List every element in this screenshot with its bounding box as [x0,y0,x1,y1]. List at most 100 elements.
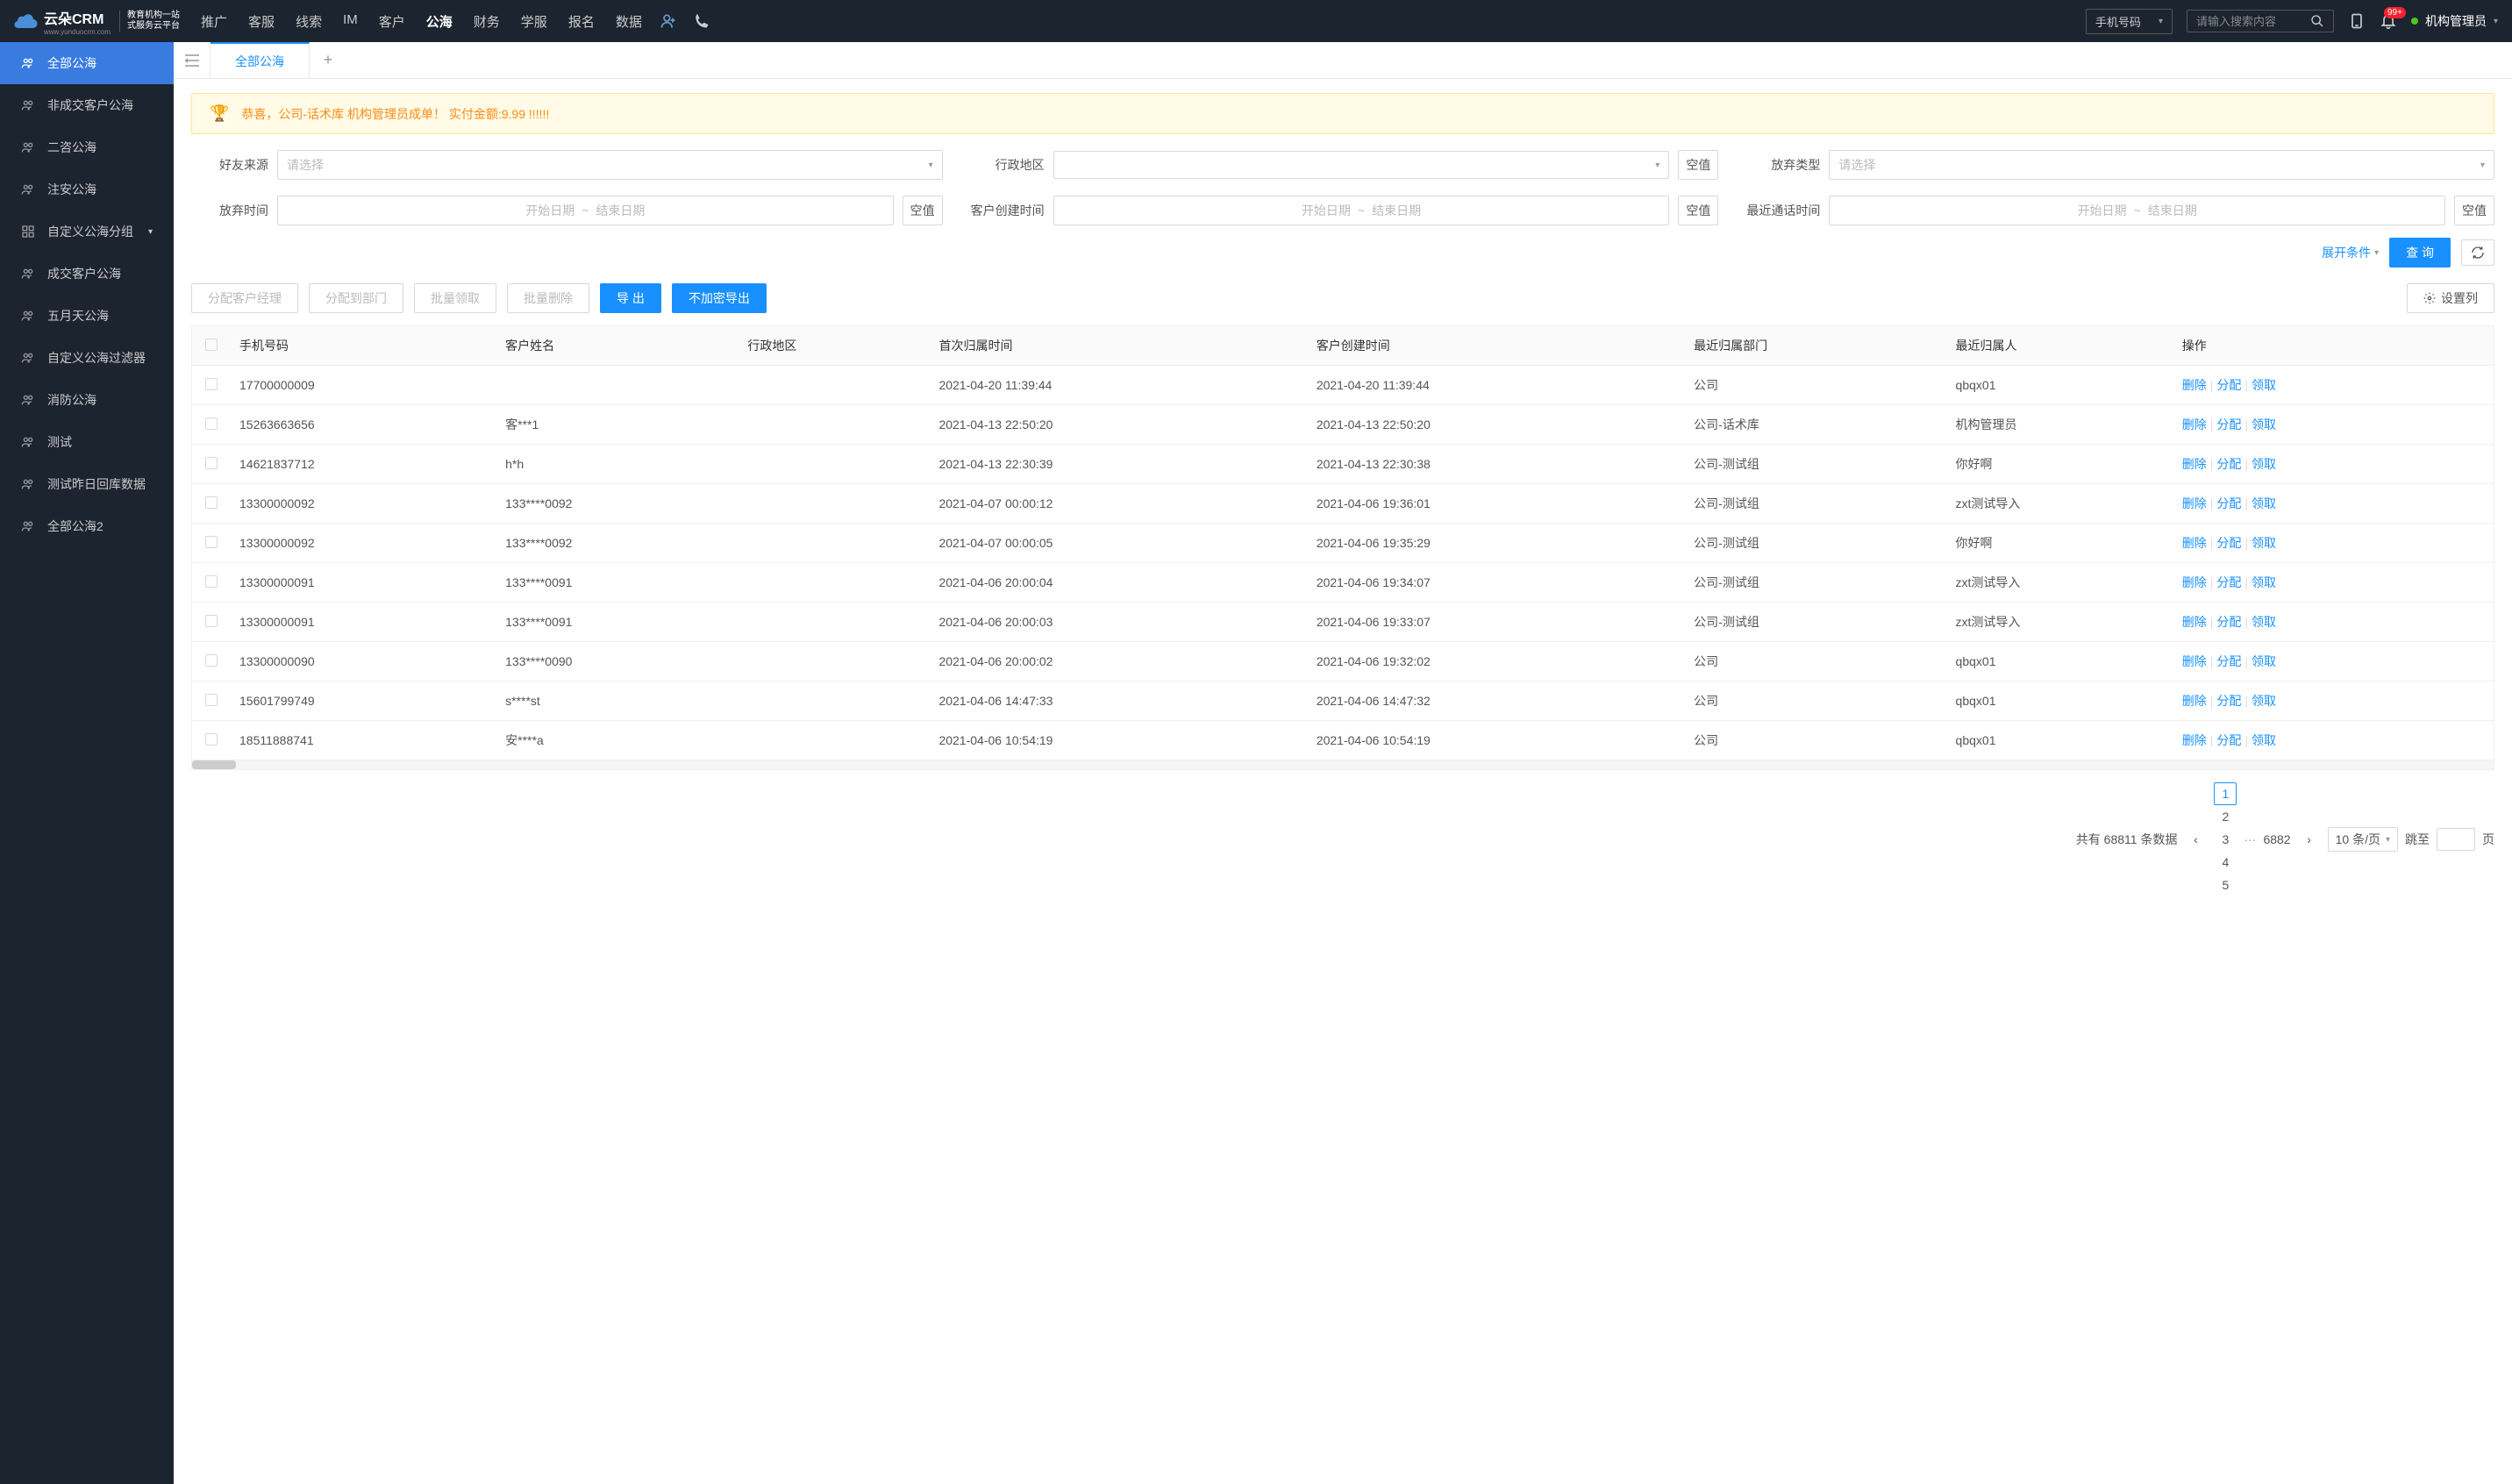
region-select[interactable]: ▾ [1053,151,1670,179]
nav-item[interactable]: 客户 [379,12,405,31]
tabs-collapse-button[interactable] [174,42,211,78]
row-assign-button[interactable]: 分配 [2216,615,2241,629]
sidebar-item[interactable]: 测试 [0,421,174,463]
select-all-checkbox[interactable] [205,339,218,351]
nav-item[interactable]: 公海 [426,12,453,31]
horizontal-scrollbar[interactable] [192,760,2494,769]
row-claim-button[interactable]: 领取 [2252,536,2276,550]
create-time-range[interactable]: 开始日期~结束日期 [1053,196,1670,225]
next-page-button[interactable]: › [2298,828,2321,851]
row-checkbox[interactable] [205,457,218,469]
nav-item[interactable]: 学服 [521,12,547,31]
sidebar-item[interactable]: 消防公海 [0,379,174,421]
jump-input[interactable] [2437,828,2475,851]
row-checkbox[interactable] [205,496,218,509]
batch-claim-button[interactable]: 批量领取 [414,283,496,313]
settings-columns-button[interactable]: 设置列 [2407,283,2494,313]
row-claim-button[interactable]: 领取 [2252,417,2276,432]
row-delete-button[interactable]: 删除 [2182,654,2207,668]
nav-item[interactable]: 财务 [474,12,500,31]
page-button[interactable]: 2 [2214,805,2237,828]
nav-item[interactable]: 推广 [201,12,227,31]
row-assign-button[interactable]: 分配 [2216,654,2241,668]
assign-dept-button[interactable]: 分配到部门 [309,283,403,313]
last-page-button[interactable]: 6882 [2263,828,2290,851]
abandon-time-empty-button[interactable]: 空值 [903,196,943,225]
row-delete-button[interactable]: 删除 [2182,575,2207,589]
page-button[interactable]: 5 [2214,874,2237,896]
sidebar-item[interactable]: 非成交客户公海 [0,84,174,126]
last-call-empty-button[interactable]: 空值 [2454,196,2494,225]
search-icon[interactable] [2310,14,2324,28]
row-assign-button[interactable]: 分配 [2216,733,2241,747]
sidebar-item[interactable]: 全部公海2 [0,505,174,547]
prev-page-button[interactable]: ‹ [2184,828,2207,851]
row-claim-button[interactable]: 领取 [2252,654,2276,668]
row-delete-button[interactable]: 删除 [2182,536,2207,550]
row-assign-button[interactable]: 分配 [2216,496,2241,510]
sidebar-item[interactable]: 五月天公海 [0,295,174,337]
sidebar-item[interactable]: 注安公海 [0,168,174,210]
row-delete-button[interactable]: 删除 [2182,496,2207,510]
row-claim-button[interactable]: 领取 [2252,496,2276,510]
row-assign-button[interactable]: 分配 [2216,694,2241,708]
row-checkbox[interactable] [205,654,218,667]
row-checkbox[interactable] [205,694,218,706]
user-menu[interactable]: 机构管理员 ▾ [2411,12,2498,30]
row-delete-button[interactable]: 删除 [2182,417,2207,432]
row-delete-button[interactable]: 删除 [2182,378,2207,392]
nav-item[interactable]: 数据 [616,12,642,31]
search-type-select[interactable]: 手机号码 ▾ [2086,9,2173,34]
create-time-empty-button[interactable]: 空值 [1678,196,1718,225]
query-button[interactable]: 查 询 [2389,238,2451,268]
row-checkbox[interactable] [205,536,218,548]
last-call-range[interactable]: 开始日期~结束日期 [1829,196,2445,225]
row-assign-button[interactable]: 分配 [2216,417,2241,432]
region-empty-button[interactable]: 空值 [1678,150,1718,180]
row-claim-button[interactable]: 领取 [2252,733,2276,747]
row-claim-button[interactable]: 领取 [2252,457,2276,471]
search-input[interactable] [2196,15,2293,28]
row-assign-button[interactable]: 分配 [2216,457,2241,471]
row-delete-button[interactable]: 删除 [2182,615,2207,629]
expand-filters-button[interactable]: 展开条件▾ [2322,244,2379,261]
sidebar-item[interactable]: 成交客户公海 [0,253,174,295]
page-button[interactable]: 4 [2214,851,2237,874]
row-checkbox[interactable] [205,378,218,390]
batch-delete-button[interactable]: 批量删除 [507,283,589,313]
row-claim-button[interactable]: 领取 [2252,694,2276,708]
refresh-button[interactable] [2461,239,2494,266]
nav-item[interactable]: IM [343,12,358,31]
sidebar-item[interactable]: 自定义公海过滤器 [0,337,174,379]
export-button[interactable]: 导 出 [600,283,661,313]
nav-item[interactable]: 线索 [296,12,322,31]
row-checkbox[interactable] [205,417,218,430]
notifications[interactable]: 99+ [2380,12,2397,30]
row-claim-button[interactable]: 领取 [2252,575,2276,589]
assign-manager-button[interactable]: 分配客户经理 [191,283,298,313]
sidebar-item[interactable]: 二咨公海 [0,126,174,168]
device-icon[interactable] [2348,12,2366,30]
sidebar-item[interactable]: 自定义公海分组▾ [0,210,174,253]
row-delete-button[interactable]: 删除 [2182,457,2207,471]
row-checkbox[interactable] [205,615,218,627]
row-checkbox[interactable] [205,733,218,746]
row-delete-button[interactable]: 删除 [2182,694,2207,708]
row-checkbox[interactable] [205,575,218,588]
row-assign-button[interactable]: 分配 [2216,575,2241,589]
friend-source-select[interactable]: 请选择▾ [277,150,943,180]
page-size-select[interactable]: 10 条/页▾ [2328,827,2398,852]
sidebar-item[interactable]: 全部公海 [0,42,174,84]
page-button[interactable]: 3 [2214,828,2237,851]
abandon-time-range[interactable]: 开始日期~结束日期 [277,196,894,225]
nav-item[interactable]: 报名 [568,12,595,31]
add-user-icon[interactable] [660,12,677,30]
tab-active[interactable]: 全部公海 [211,42,310,78]
nav-item[interactable]: 客服 [248,12,275,31]
export-plain-button[interactable]: 不加密导出 [672,283,767,313]
abandon-type-select[interactable]: 请选择▾ [1829,150,2494,180]
sidebar-item[interactable]: 测试昨日回库数据 [0,463,174,505]
phone-icon[interactable] [693,12,710,30]
row-delete-button[interactable]: 删除 [2182,733,2207,747]
row-claim-button[interactable]: 领取 [2252,378,2276,392]
